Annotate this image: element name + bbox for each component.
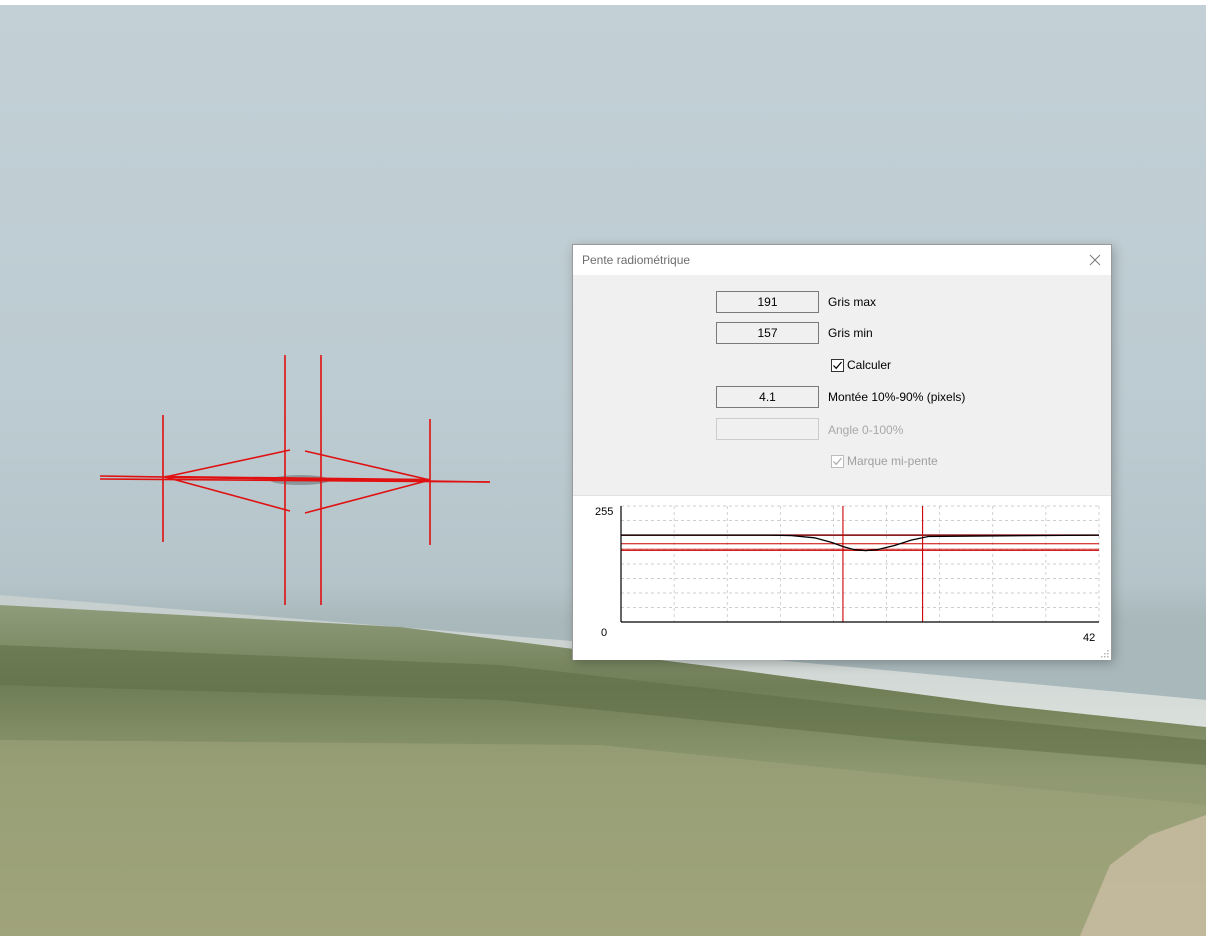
reference-hlines xyxy=(621,534,1099,552)
close-icon xyxy=(1089,254,1101,266)
calculer-checkbox[interactable] xyxy=(831,358,844,372)
pente-radiometrique-dialog: Pente radiométrique 191 Gris max 157 Gri… xyxy=(572,244,1112,660)
profile-curve xyxy=(621,534,1100,552)
calculer-checkbox-row[interactable]: Calculer xyxy=(831,358,891,372)
x-tick-right-label: 42 xyxy=(1083,632,1095,644)
montee-label: Montée 10%-90% (pixels) xyxy=(828,390,966,404)
marque-label: Marque mi-pente xyxy=(847,454,938,468)
dialog-title: Pente radiométrique xyxy=(582,253,691,267)
profile-chart: 255 0 42 xyxy=(595,505,1100,644)
gris-max-field[interactable]: 191 xyxy=(716,291,819,313)
close-button[interactable] xyxy=(1083,248,1107,272)
montee-field[interactable]: 4.1 xyxy=(716,386,819,408)
checkmark-icon xyxy=(833,361,842,369)
marque-checkbox-row[interactable]: Marque mi-pente xyxy=(831,454,938,468)
marque-checkbox[interactable] xyxy=(831,454,844,468)
gris-min-field[interactable]: 157 xyxy=(716,322,819,344)
calculer-label: Calculer xyxy=(847,358,892,372)
checkmark-icon xyxy=(833,457,842,465)
profile-chart-panel: 255 0 42 xyxy=(573,495,1111,660)
angle-field[interactable] xyxy=(716,418,819,440)
chart-grid xyxy=(621,505,1100,622)
gris-max-label: Gris max xyxy=(828,295,876,309)
angle-label: Angle 0-100% xyxy=(828,423,904,437)
y-tick-bottom-label: 0 xyxy=(601,627,607,639)
resize-grip-icon[interactable] xyxy=(1099,648,1109,658)
gris-min-label: Gris min xyxy=(828,326,873,340)
title-bar[interactable]: Pente radiométrique xyxy=(573,245,1111,275)
y-tick-top-label: 255 xyxy=(595,506,613,518)
